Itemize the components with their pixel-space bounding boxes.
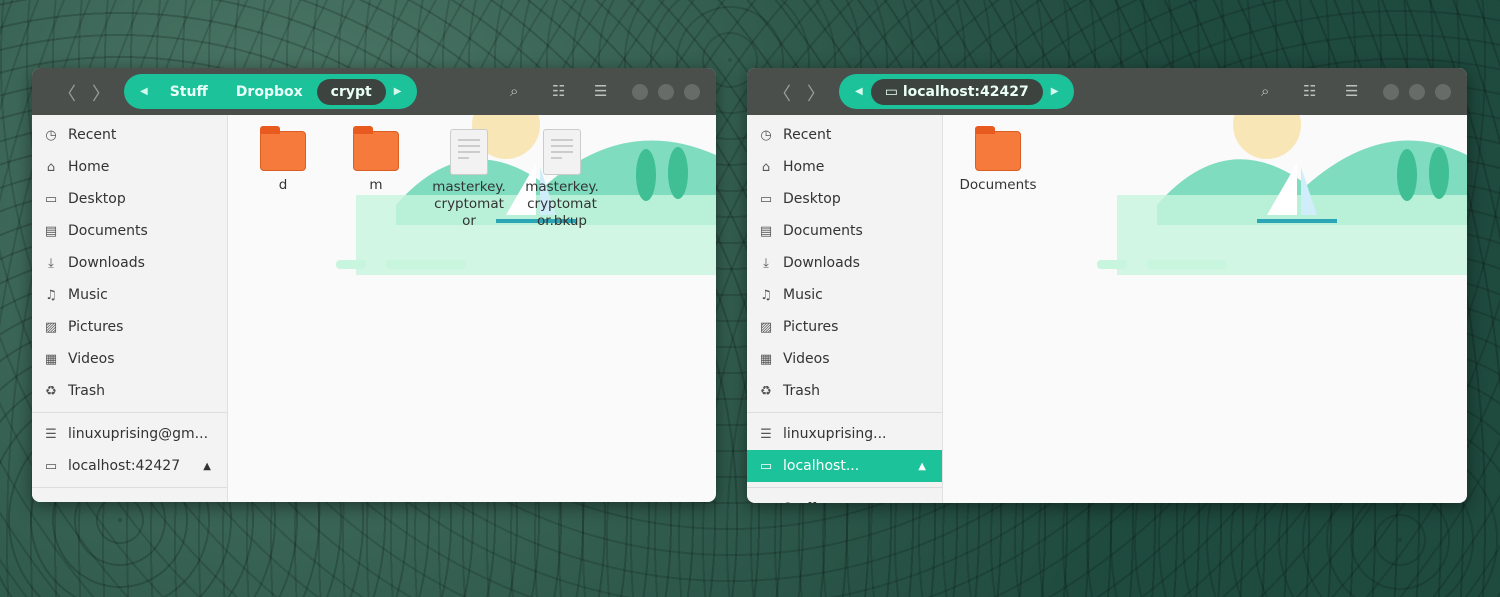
sidebar-item-network[interactable]: ▭Stuff — [32, 493, 227, 502]
download-icon: ⤓ — [48, 255, 54, 271]
picture-icon: ▨ — [759, 319, 773, 335]
sidebar-item-desktop[interactable]: ▭ Desktop — [32, 183, 227, 215]
sidebar-item-downloads[interactable]: ⤓ Downloads — [32, 247, 227, 279]
sidebar: ◷ Recent ⌂ Home ▭ Desktop ▤ Documents ⤓ Downloads… — [32, 115, 228, 502]
sidebar-item-downloads[interactable]: ⤓ Downloads — [747, 247, 942, 279]
document-icon: ▤ — [759, 223, 773, 239]
path-scroll-left-icon[interactable]: ◀ — [855, 86, 863, 97]
search-icon[interactable]: ⌕ — [1261, 82, 1269, 100]
trash-icon: ♻ — [45, 383, 57, 399]
divider — [32, 487, 227, 488]
video-icon: ▦ — [759, 351, 773, 367]
divider — [32, 412, 227, 413]
path-scroll-right-icon[interactable]: ▶ — [1051, 86, 1059, 97]
path-segment[interactable]: crypt — [316, 78, 386, 105]
search-icon[interactable]: ⌕ — [510, 82, 518, 100]
server-icon: ☰ — [45, 426, 57, 442]
folder-icon: ▭ — [42, 502, 60, 503]
sidebar-item-music[interactable]: ♫ Music — [747, 279, 942, 311]
music-icon: ♫ — [45, 287, 57, 303]
menu-icon[interactable]: ☰ — [594, 82, 607, 100]
path-bar: ◀ ▭ localhost:42427 ▶ — [839, 74, 1075, 109]
sidebar-item-network[interactable]: ☰ linuxuprising@gm... — [32, 418, 227, 450]
server-icon: ☰ — [760, 426, 772, 442]
sidebar-item-videos[interactable]: ▦ Videos — [32, 343, 227, 375]
close-button[interactable] — [1435, 84, 1451, 100]
file-view: d m masterkey. cryptomat or masterkey. cryp… — [228, 115, 716, 502]
folder-item[interactable]: Documents — [953, 121, 1043, 194]
path-bar: ◀ Stuff Dropbox crypt ▶ — [124, 74, 418, 109]
divider — [747, 412, 942, 413]
desktop-icon: ▭ — [44, 191, 58, 207]
file-item[interactable]: masterkey. cryptomat or.bkup — [517, 121, 607, 230]
clock-icon: ◷ — [45, 127, 57, 143]
file-manager-window-left: 〈 〉 ◀ Stuff Dropbox crypt ▶ ⌕ ☷ ☰ ◷ Recent ⌂ Ho… — [32, 68, 716, 502]
folder-icon — [975, 126, 1021, 171]
minimize-button[interactable] — [632, 84, 648, 100]
text-file-icon — [450, 129, 488, 175]
folder-icon: ▭ — [884, 83, 903, 100]
sidebar-item-pictures[interactable]: ▨ Pictures — [747, 311, 942, 343]
maximize-button[interactable] — [658, 84, 674, 100]
maximize-button[interactable] — [1409, 84, 1425, 100]
folder-network-icon: ▭ — [44, 458, 58, 474]
sidebar-item-network[interactable]: ▭ localhost:42427 ▲ — [32, 450, 227, 482]
sidebar-item-recent[interactable]: ◷ Recent — [32, 119, 227, 151]
sidebar-item-home[interactable]: ⌂ Home — [32, 151, 227, 183]
sidebar-item-recent[interactable]: ◷ Recent — [747, 119, 942, 151]
sidebar-item-documents[interactable]: ▤ Documents — [747, 215, 942, 247]
folder-icon: ▭ — [757, 502, 775, 504]
folder-icon — [353, 126, 399, 171]
path-segment[interactable]: Dropbox — [222, 79, 317, 105]
close-button[interactable] — [684, 84, 700, 100]
sidebar-item-network[interactable]: ☰ linuxuprising... — [747, 418, 942, 450]
download-icon: ⤓ — [763, 255, 769, 271]
clock-icon: ◷ — [760, 127, 772, 143]
folder-item[interactable]: d — [238, 121, 328, 194]
desktop-icon: ▭ — [759, 191, 773, 207]
file-view: Documents — [943, 115, 1467, 503]
text-file-icon — [543, 129, 581, 175]
sidebar-item-documents[interactable]: ▤ Documents — [32, 215, 227, 247]
back-button[interactable]: 〈 — [58, 80, 76, 106]
forward-button[interactable]: 〉 — [92, 80, 110, 106]
header-bar: 〈 〉 ◀ Stuff Dropbox crypt ▶ ⌕ ☷ ☰ — [32, 68, 716, 115]
picture-icon: ▨ — [44, 319, 58, 335]
file-manager-window-right: 〈 〉 ◀ ▭ localhost:42427 ▶ ⌕ ☷ ☰ ◷ Recent ⌂ Ho… — [747, 68, 1467, 503]
path-segment[interactable]: Stuff — [156, 79, 222, 105]
path-segment[interactable]: ▭ localhost:42427 — [870, 78, 1043, 105]
sidebar-item-trash[interactable]: ♻ Trash — [747, 375, 942, 407]
back-button[interactable]: 〈 — [773, 80, 791, 106]
path-scroll-left-icon[interactable]: ◀ — [140, 86, 148, 97]
sidebar-item-home[interactable]: ⌂ Home — [747, 151, 942, 183]
file-item[interactable]: masterkey. cryptomat or — [424, 121, 514, 230]
sidebar-item-trash[interactable]: ♻ Trash — [32, 375, 227, 407]
music-icon: ♫ — [760, 287, 772, 303]
list-view-icon[interactable]: ☷ — [1303, 82, 1316, 100]
sidebar-item-network[interactable]: ▭ localhost... ▲ — [747, 450, 942, 482]
folder-network-icon: ▭ — [759, 458, 773, 474]
sidebar-item-pictures[interactable]: ▨ Pictures — [32, 311, 227, 343]
home-icon: ⌂ — [46, 159, 56, 175]
list-view-icon[interactable]: ☷ — [552, 82, 565, 100]
forward-button[interactable]: 〉 — [807, 80, 825, 106]
eject-icon[interactable]: ▲ — [918, 461, 926, 472]
sidebar: ◷ Recent ⌂ Home ▭ Desktop ▤ Documents ⤓ Downloads… — [747, 115, 943, 503]
video-icon: ▦ — [44, 351, 58, 367]
sidebar-item-videos[interactable]: ▦ Videos — [747, 343, 942, 375]
path-scroll-right-icon[interactable]: ▶ — [394, 86, 402, 97]
minimize-button[interactable] — [1383, 84, 1399, 100]
trash-icon: ♻ — [760, 383, 772, 399]
menu-icon[interactable]: ☰ — [1345, 82, 1358, 100]
folder-icon — [260, 126, 306, 171]
document-icon: ▤ — [44, 223, 58, 239]
header-bar: 〈 〉 ◀ ▭ localhost:42427 ▶ ⌕ ☷ ☰ — [747, 68, 1467, 115]
sidebar-item-music[interactable]: ♫ Music — [32, 279, 227, 311]
eject-icon[interactable]: ▲ — [203, 461, 211, 472]
sidebar-item-desktop[interactable]: ▭ Desktop — [747, 183, 942, 215]
divider — [747, 487, 942, 488]
sidebar-item-network[interactable]: ▭Stuff — [747, 493, 942, 503]
folder-item[interactable]: m — [331, 121, 421, 194]
home-icon: ⌂ — [761, 159, 771, 175]
